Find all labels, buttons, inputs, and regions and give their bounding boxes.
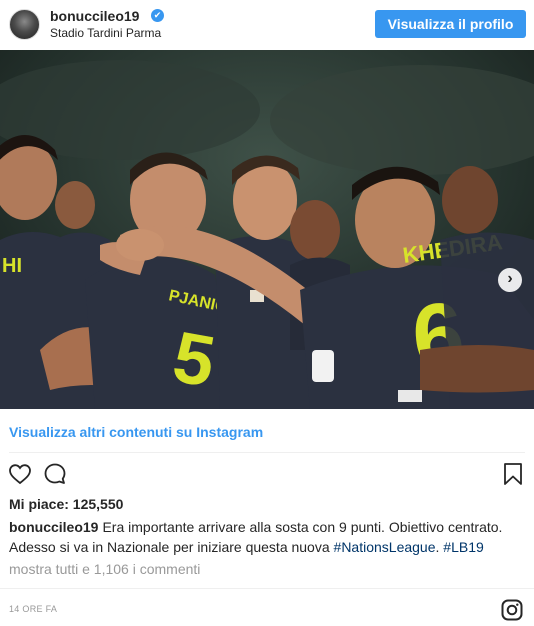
divider (9, 452, 525, 453)
location-link[interactable]: Stadio Tardini Parma (50, 26, 161, 40)
post-header: bonuccileo19 ✔ Stadio Tardini Parma Visu… (0, 0, 534, 50)
heart-icon[interactable] (8, 462, 32, 486)
post-caption: bonuccileo19 Era importante arrivare alla… (9, 517, 529, 557)
post-photo[interactable]: HI PJANIC 5 6 › (0, 50, 534, 409)
instagram-icon[interactable] (501, 599, 523, 621)
jersey-text-left: HI (2, 255, 22, 277)
likes-count[interactable]: Mi piace: 125,550 (9, 496, 123, 512)
hashtag-link[interactable]: #LB19 (443, 539, 483, 555)
team-celebration-image: HI PJANIC 5 6 (0, 50, 534, 409)
view-profile-button[interactable]: Visualizza il profilo (375, 10, 526, 38)
next-photo-arrow-icon[interactable]: › (498, 268, 522, 292)
post-timestamp[interactable]: 14 ORE FA (9, 604, 57, 614)
verified-badge-icon: ✔ (151, 9, 164, 22)
caption-username-link[interactable]: bonuccileo19 (9, 519, 98, 535)
view-all-comments-link[interactable]: mostra tutti e 1,106 i commenti (9, 561, 200, 577)
divider (0, 588, 534, 589)
avatar[interactable] (9, 9, 40, 40)
username-link[interactable]: bonuccileo19 (50, 8, 139, 24)
instagram-embed-card: bonuccileo19 ✔ Stadio Tardini Parma Visu… (0, 0, 534, 626)
comment-icon[interactable] (43, 462, 67, 486)
bookmark-icon[interactable] (502, 462, 524, 486)
view-more-on-instagram-link[interactable]: Visualizza altri contenuti su Instagram (9, 424, 263, 440)
hashtag-link[interactable]: #NationsLeague (334, 539, 436, 555)
